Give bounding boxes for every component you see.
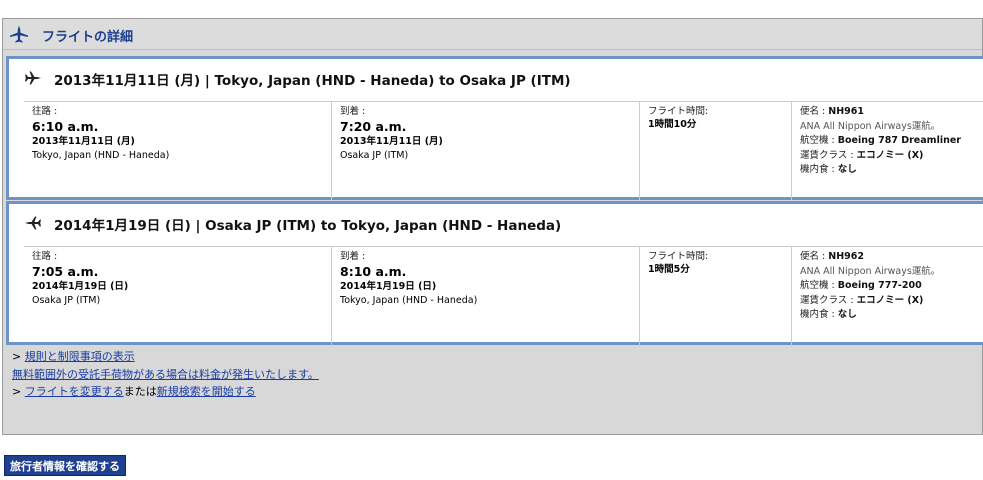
segment-title: 2013年11月11日 (月) | Tokyo, Japan (HND - Ha… (54, 73, 571, 89)
aircraft: Boeing 787 Dreamliner (837, 135, 961, 146)
airplane-right-icon (25, 71, 41, 85)
fare-class: エコノミー (X) (856, 149, 924, 161)
new-search-link[interactable]: 新規検索を開始する (157, 385, 256, 398)
airplane-left-icon (25, 216, 41, 230)
flight-info-column: 便名 : NH962 ANA All Nippon Airways運航。 航空機… (791, 247, 983, 347)
rules-line: > 規則と制限事項の表示 (12, 348, 319, 366)
fare-class: エコノミー (X) (856, 294, 924, 306)
meal: なし (837, 164, 857, 175)
departure-label: 往路 : (32, 251, 58, 262)
flight-info-column: 便名 : NH961 ANA All Nippon Airways運航。 航空機… (791, 102, 983, 202)
duration-column: フライト時間: 1時間10分 (639, 102, 791, 202)
arrival-time: 7:20 a.m. (340, 119, 407, 134)
departure-column: 往路 : 7:05 a.m. 2014年1月19日 (日) Osaka JP (… (24, 247, 331, 347)
baggage-line: 無料範囲外の受託手荷物がある場合は料金が発生いたします。 (12, 366, 319, 384)
segment-details: 往路 : 7:05 a.m. 2014年1月19日 (日) Osaka JP (… (24, 246, 983, 347)
departure-place: Osaka JP (ITM) (32, 295, 101, 306)
meal-label: 機内食 : (800, 164, 835, 175)
flight-duration: 1時間5分 (648, 264, 690, 275)
flight-number-label: 便名 : (800, 106, 826, 117)
flight-segment-return: 2014年1月19日 (日) | Osaka JP (ITM) to Tokyo… (6, 201, 983, 347)
aircraft: Boeing 777-200 (837, 280, 922, 291)
arrival-column: 到着 : 7:20 a.m. 2013年11月11日 (月) Osaka JP … (331, 102, 639, 202)
segment-title-row: 2014年1月19日 (日) | Osaka JP (ITM) to Tokyo… (9, 204, 983, 242)
duration-label: フライト時間: (648, 251, 709, 262)
meal-line: 機内食 : なし (800, 163, 983, 178)
meal: なし (837, 309, 857, 320)
links-section: > 規則と制限事項の表示 無料範囲外の受託手荷物がある場合は料金が発生いたします… (12, 348, 319, 401)
baggage-fee-link[interactable]: 無料範囲外の受託手荷物がある場合は料金が発生いたします。 (12, 368, 319, 381)
arrival-place: Tokyo, Japan (HND - Haneda) (340, 295, 478, 306)
operator-line: ANA All Nippon Airways運航。 (800, 120, 941, 132)
departure-column: 往路 : 6:10 a.m. 2013年11月11日 (月) Tokyo, Ja… (24, 102, 331, 202)
departure-place: Tokyo, Japan (HND - Haneda) (32, 150, 170, 161)
panel-header: フライトの詳細 (3, 19, 982, 50)
link-marker: > (12, 385, 22, 398)
meal-line: 機内食 : なし (800, 308, 983, 323)
flight-number-line: 便名 : NH961 (800, 105, 983, 120)
departure-time: 7:05 a.m. (32, 264, 99, 279)
arrival-date: 2013年11月11日 (月) (340, 136, 443, 147)
departure-date: 2014年1月19日 (日) (32, 281, 129, 292)
departure-date: 2013年11月11日 (月) (32, 136, 135, 147)
operator-line: ANA All Nippon Airways運航。 (800, 265, 941, 277)
change-flight-link[interactable]: フライトを変更する (25, 385, 124, 398)
flight-duration: 1時間10分 (648, 119, 697, 130)
flight-number: NH961 (828, 106, 864, 117)
flight-number-line: 便名 : NH962 (800, 250, 983, 265)
arrival-time: 8:10 a.m. (340, 264, 407, 279)
arrival-date: 2014年1月19日 (日) (340, 281, 437, 292)
rules-link[interactable]: 規則と制限事項の表示 (25, 350, 135, 363)
airplane-icon (10, 25, 28, 43)
arrival-column: 到着 : 8:10 a.m. 2014年1月19日 (日) Tokyo, Jap… (331, 247, 639, 347)
aircraft-line: 航空機 : Boeing 777-200 (800, 279, 983, 294)
fare-class-line: 運賃クラス : エコノミー (X) (800, 149, 983, 164)
meal-label: 機内食 : (800, 309, 835, 320)
link-marker: > (12, 350, 22, 363)
arrival-place: Osaka JP (ITM) (340, 150, 409, 161)
segment-title: 2014年1月19日 (日) | Osaka JP (ITM) to Tokyo… (54, 218, 562, 234)
segment-details: 往路 : 6:10 a.m. 2013年11月11日 (月) Tokyo, Ja… (24, 101, 983, 202)
duration-column: フライト時間: 1時間5分 (639, 247, 791, 347)
flight-number: NH962 (828, 251, 864, 262)
arrival-label: 到着 : (340, 106, 366, 117)
or-text: または (123, 385, 157, 398)
departure-label: 往路 : (32, 106, 58, 117)
duration-label: フライト時間: (648, 106, 709, 117)
aircraft-label: 航空機 : (800, 280, 835, 291)
aircraft-line: 航空機 : Boeing 787 Dreamliner (800, 134, 983, 149)
fare-class-label: 運賃クラス : (800, 294, 854, 306)
fare-class-line: 運賃クラス : エコノミー (X) (800, 294, 983, 309)
departure-time: 6:10 a.m. (32, 119, 99, 134)
flight-segment-outbound: 2013年11月11日 (月) | Tokyo, Japan (HND - Ha… (6, 56, 983, 202)
change-line: > フライトを変更するまたは新規検索を開始する (12, 383, 319, 401)
confirm-traveler-button[interactable]: 旅行者情報を確認する (4, 455, 126, 476)
segment-title-row: 2013年11月11日 (月) | Tokyo, Japan (HND - Ha… (9, 59, 983, 97)
arrival-label: 到着 : (340, 251, 366, 262)
aircraft-label: 航空機 : (800, 135, 835, 146)
panel-title: フライトの詳細 (42, 30, 134, 45)
flight-number-label: 便名 : (800, 251, 826, 262)
fare-class-label: 運賃クラス : (800, 149, 854, 161)
